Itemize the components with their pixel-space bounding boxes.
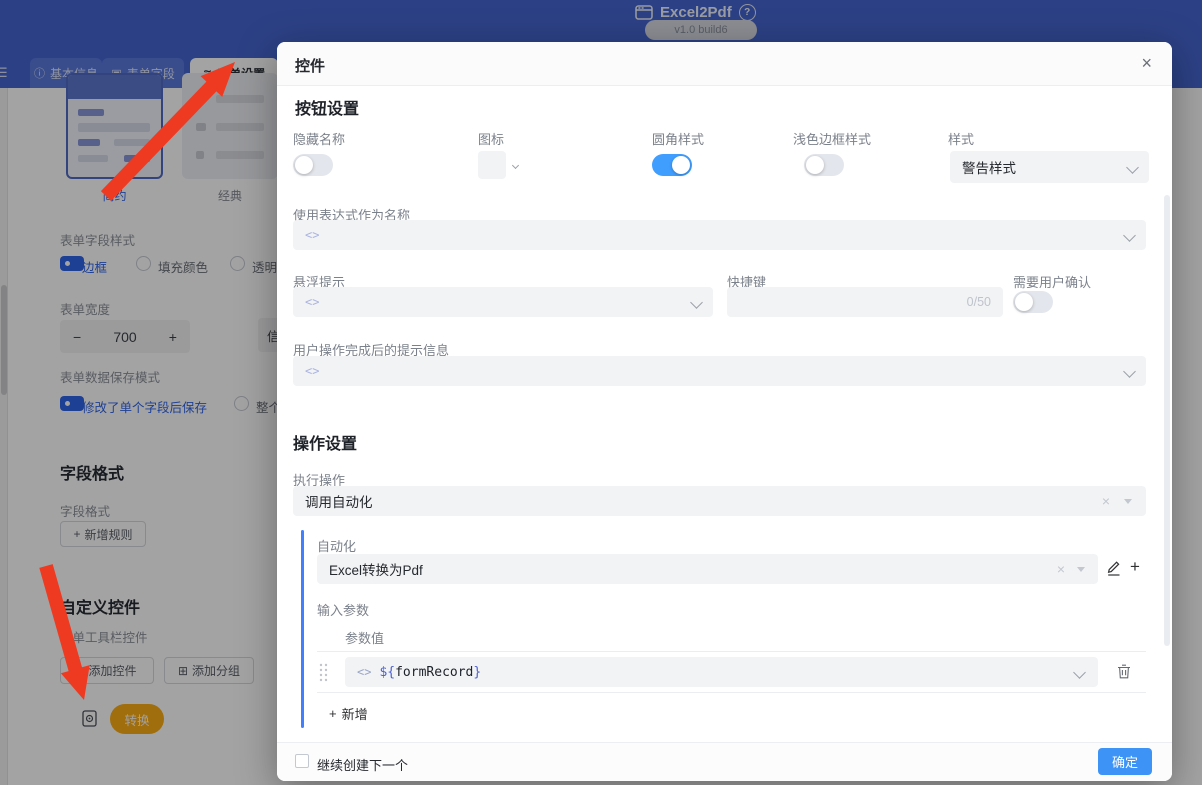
automation-label: 自动化	[317, 539, 357, 554]
expression-name-select[interactable]: <>	[293, 220, 1146, 250]
post-action-message-select[interactable]: <>	[293, 356, 1146, 386]
expression-icon: <>	[305, 364, 320, 378]
param-name: formRecord	[395, 664, 474, 680]
continue-create-label[interactable]: 继续创建下一个	[317, 755, 408, 774]
add-param-label: 新增	[341, 707, 368, 722]
dialog-header	[277, 42, 1172, 86]
chevron-down-icon	[690, 295, 703, 309]
hide-name-label: 隐藏名称	[293, 132, 346, 147]
expression-icon: <>	[357, 665, 372, 679]
expression-icon: <>	[305, 295, 320, 309]
drag-handle-icon[interactable]	[319, 663, 328, 682]
dialog-scrollbar[interactable]	[1164, 195, 1170, 646]
input-params-label: 输入参数	[317, 603, 370, 618]
add-param-button[interactable]: + 新增	[329, 704, 368, 723]
style-select[interactable]: 警告样式	[950, 151, 1149, 183]
divider	[317, 651, 1146, 652]
screen: Excel2Pdf ? v1.0 build6 ☰ ⓘ 基本信息 ▣ 表单字段 …	[0, 0, 1202, 785]
dialog-title: 控件	[295, 58, 326, 75]
hover-tip-select[interactable]: <>	[293, 287, 713, 317]
plus-icon: +	[329, 706, 337, 721]
edit-pencil-icon[interactable]	[1107, 560, 1122, 576]
automation-value: Excel转换为Pdf	[329, 563, 423, 578]
dialog-footer	[277, 742, 1172, 781]
rounded-style-label: 圆角样式	[652, 132, 705, 147]
action-settings-heading: 操作设置	[293, 436, 358, 453]
chevron-down-icon	[1123, 228, 1136, 242]
shortcut-input[interactable]: 0/50	[727, 287, 1003, 317]
icon-label: 图标	[478, 132, 505, 147]
delete-trash-icon[interactable]	[1117, 664, 1131, 679]
exec-action-value: 调用自动化	[305, 495, 373, 510]
light-border-label: 浅色边框样式	[793, 132, 872, 147]
continue-create-checkbox[interactable]	[295, 754, 309, 768]
style-select-value: 警告样式	[962, 161, 1016, 176]
caret-down-icon	[1077, 566, 1085, 572]
confirm-required-toggle[interactable]	[1013, 291, 1053, 313]
divider	[317, 692, 1146, 693]
clear-icon[interactable]: ×	[1102, 494, 1110, 508]
control-dialog: 控件 × 按钮设置 隐藏名称 图标 圆角样式 浅色边框样式 样式 警告样式 使用…	[277, 42, 1172, 781]
light-border-toggle[interactable]	[804, 154, 844, 176]
param-suffix: }	[473, 664, 482, 680]
automation-select[interactable]: Excel转换为Pdf ×	[317, 554, 1098, 584]
confirm-button[interactable]: 确定	[1098, 748, 1152, 775]
clear-icon[interactable]: ×	[1057, 562, 1065, 576]
expression-icon: <>	[305, 228, 320, 242]
param-prefix: ${	[379, 664, 396, 680]
icon-picker[interactable]	[478, 151, 506, 179]
add-automation-icon[interactable]: +	[1130, 557, 1140, 577]
chevron-down-icon	[1126, 160, 1139, 174]
chevron-down-icon	[1073, 665, 1086, 679]
param-value-select[interactable]: <> ${formRecord}	[345, 657, 1098, 687]
style-label: 样式	[948, 132, 975, 147]
exec-action-select[interactable]: 调用自动化 ×	[293, 486, 1146, 516]
automation-group-indent	[301, 530, 304, 728]
param-value-column-label: 参数值	[345, 631, 385, 646]
close-icon[interactable]: ×	[1141, 54, 1152, 72]
rounded-style-toggle[interactable]	[652, 154, 692, 176]
hide-name-toggle[interactable]	[293, 154, 333, 176]
icon-picker-chevron-icon[interactable]	[511, 161, 520, 170]
char-counter: 0/50	[966, 295, 991, 309]
confirm-required-label: 需要用户确认	[1013, 275, 1092, 290]
chevron-down-icon	[1123, 364, 1136, 378]
param-value-expression: ${formRecord}	[379, 665, 481, 680]
button-settings-heading: 按钮设置	[295, 101, 360, 118]
caret-down-icon	[1124, 498, 1132, 504]
